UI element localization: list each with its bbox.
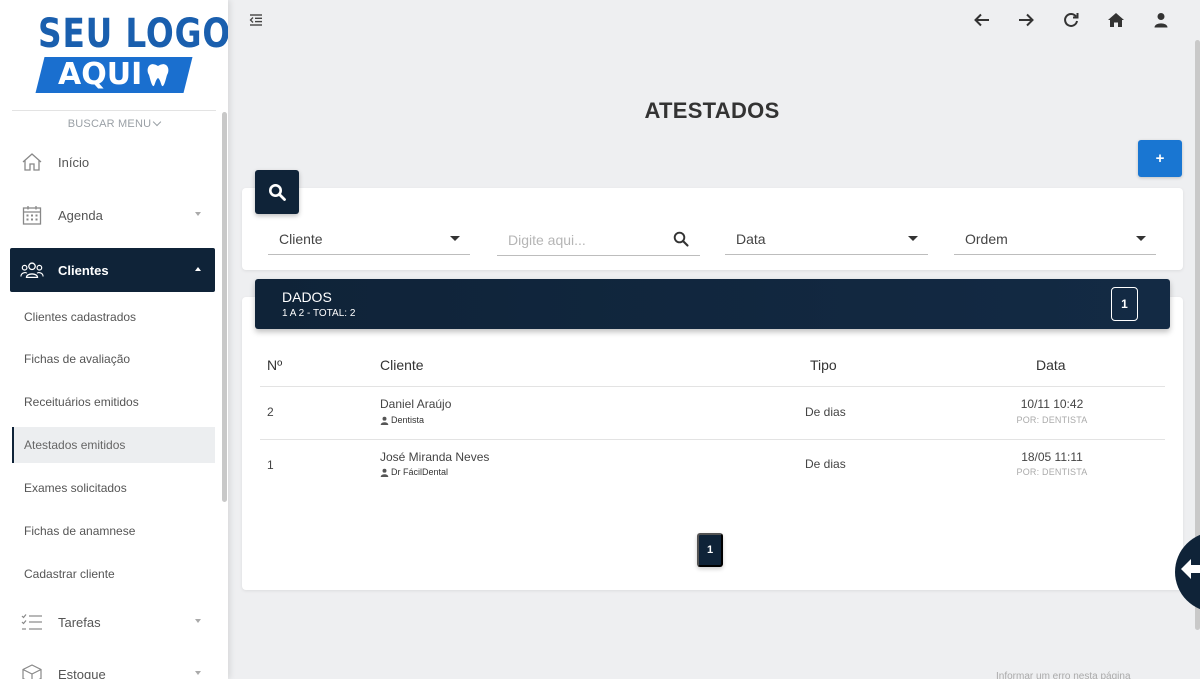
sidebar-subitem-label: Cadastrar cliente [24, 567, 115, 581]
table-header-cliente: Cliente [380, 357, 424, 373]
task-list-icon [20, 610, 44, 634]
brand-logo[interactable]: SEU LOGO AQUI [0, 0, 228, 108]
sidebar-item-clientes[interactable]: Clientes [10, 248, 215, 292]
sidebar-subitem-label: Exames solicitados [24, 481, 127, 495]
caret-up-icon [195, 267, 201, 271]
logo-line-1: SEU LOGO [38, 11, 228, 57]
table-divider [260, 386, 1165, 387]
data-select[interactable]: Data [725, 224, 928, 255]
caret-down-icon [195, 212, 201, 216]
caret-down-icon [450, 236, 460, 241]
sidebar-scrollbar[interactable] [222, 112, 227, 502]
sidebar-item-inicio[interactable]: Início [10, 140, 215, 184]
row-author-name: Dentista [391, 415, 425, 425]
caret-down-icon [1136, 236, 1146, 241]
ordem-select[interactable]: Ordem [954, 224, 1156, 255]
page-title: ATESTADOS [644, 98, 780, 123]
search-menu-label: BUSCAR MENU [67, 118, 152, 130]
arrow-right-icon[interactable] [1016, 10, 1036, 30]
sidebar-subitem-clientes-cadastrados[interactable]: Clientes cadastrados [12, 299, 215, 335]
arrow-left-icon [1181, 559, 1200, 579]
logo-line-2: AQUI [58, 57, 143, 92]
sidebar-item-label: Agenda [58, 207, 103, 223]
home-icon [20, 150, 44, 174]
user-icon [380, 416, 389, 425]
sidebar-subitem-label: Receituários emitidos [24, 395, 139, 409]
search-icon [269, 184, 286, 201]
row-por: POR: DENTISTA [1016, 467, 1088, 477]
pagination-page-button[interactable]: 1 [697, 533, 723, 567]
menu-collapse-icon[interactable] [249, 13, 263, 27]
sidebar-subitem-receituarios[interactable]: Receituários emitidos [12, 384, 215, 420]
row-tipo: De dias [805, 457, 846, 471]
row-data: 18/05 11:11 [1021, 450, 1083, 464]
arrow-left-icon[interactable] [972, 10, 992, 30]
tooth-icon [147, 64, 169, 87]
sidebar-item-tarefas[interactable]: Tarefas [10, 600, 215, 644]
sidebar-item-label: Clientes [58, 262, 109, 278]
sidebar-subitem-label: Atestados emitidos [24, 438, 126, 452]
row-por: POR: DENTISTA [1016, 415, 1088, 425]
sidebar-subitem-label: Fichas de anamnese [24, 524, 136, 538]
sidebar-subitem-fichas-avaliacao[interactable]: Fichas de avaliação [12, 341, 215, 377]
caret-down-icon [195, 671, 201, 675]
data-select-value: Data [736, 231, 766, 247]
table-header-tipo: Tipo [810, 357, 837, 373]
row-author-name: Dr FácilDental [391, 467, 449, 477]
row-cliente: José Miranda Neves [380, 450, 490, 464]
table-header-num: Nº [267, 357, 283, 373]
sidebar-item-label: Estoque [58, 666, 106, 679]
home-icon[interactable] [1106, 10, 1126, 30]
sidebar-subitem-atestados[interactable]: Atestados emitidos [12, 427, 215, 463]
data-panel-header: DADOS 1 A 2 - TOTAL: 2 1 [255, 279, 1170, 329]
caret-down-icon [195, 619, 201, 623]
filter-search-badge [255, 170, 299, 214]
add-atestado-button[interactable]: + [1138, 140, 1182, 177]
caret-down-icon [908, 236, 918, 241]
sidebar-subitem-label: Clientes cadastrados [24, 310, 137, 324]
data-panel-count: 1 [1111, 287, 1138, 321]
user-icon [380, 468, 389, 477]
user-icon[interactable] [1151, 10, 1171, 30]
calendar-icon [20, 203, 44, 227]
search-input[interactable] [497, 224, 700, 256]
row-author: Dr FácilDental [380, 467, 448, 477]
sidebar-subitem-label: Fichas de avaliação [24, 352, 131, 366]
table-divider [260, 439, 1165, 440]
row-data: 10/11 10:42 [1020, 397, 1084, 411]
row-tipo: De dias [805, 405, 846, 419]
row-cliente: Daniel Araújo [380, 397, 452, 411]
row-author: Dentista [380, 415, 424, 425]
sidebar-item-agenda[interactable]: Agenda [10, 193, 215, 237]
users-icon [20, 258, 44, 282]
row-num: 1 [267, 458, 274, 472]
cliente-select-value: Cliente [279, 231, 323, 247]
search-icon[interactable] [673, 231, 689, 247]
report-error-link[interactable]: Informar um erro nesta página [996, 671, 1131, 679]
data-panel-title: DADOS [282, 289, 332, 305]
sidebar-subitem-cadastrar-cliente[interactable]: Cadastrar cliente [12, 556, 215, 592]
ordem-select-value: Ordem [965, 231, 1008, 247]
chevron-down-icon [153, 117, 162, 127]
sidebar-divider [12, 110, 216, 111]
box-icon [20, 662, 44, 679]
table-header-data: Data [1036, 357, 1066, 373]
sidebar-subitem-anamnese[interactable]: Fichas de anamnese [12, 513, 215, 549]
cliente-select[interactable]: Cliente [268, 224, 470, 255]
sidebar-item-label: Tarefas [58, 614, 101, 630]
row-num: 2 [267, 405, 274, 419]
sidebar: SEU LOGO AQUI BUSCAR MENU Início Agenda … [0, 0, 228, 679]
search-menu-toggle[interactable]: BUSCAR MENU [0, 117, 228, 130]
refresh-icon[interactable] [1061, 10, 1081, 30]
sidebar-item-label: Início [58, 154, 90, 170]
sidebar-subitem-exames[interactable]: Exames solicitados [12, 470, 215, 506]
data-panel-subtitle: 1 A 2 - TOTAL: 2 [282, 308, 356, 319]
sidebar-item-estoque[interactable]: Estoque [10, 652, 215, 679]
